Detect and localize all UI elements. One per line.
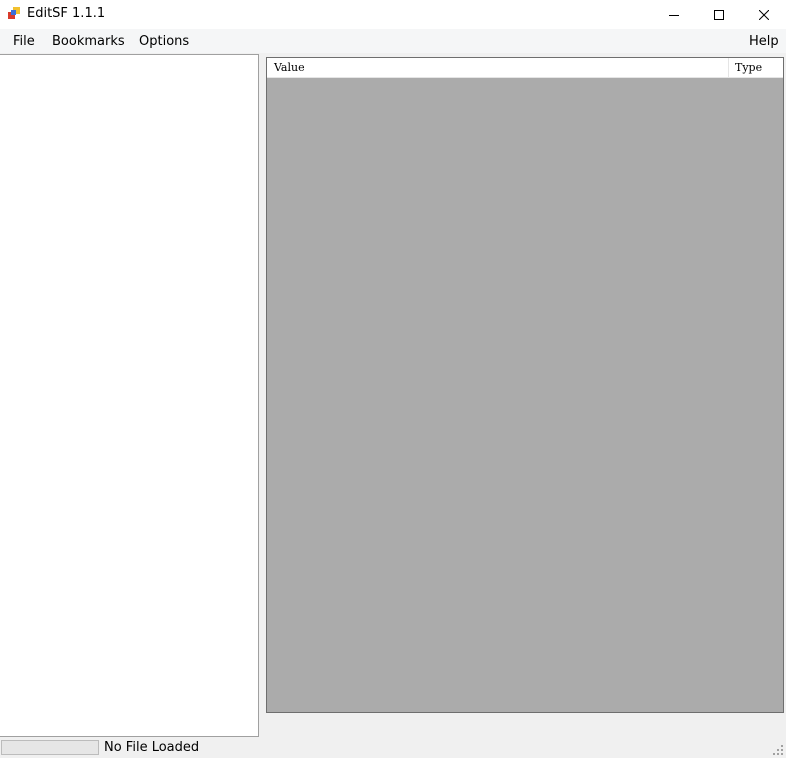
list-header: Value Type bbox=[267, 58, 783, 78]
progress-bar bbox=[1, 740, 99, 755]
menu-bookmarks[interactable]: Bookmarks bbox=[52, 33, 125, 50]
close-button[interactable] bbox=[741, 0, 786, 29]
value-list-view[interactable]: Value Type bbox=[266, 57, 784, 713]
menu-bar: File Bookmarks Options Help bbox=[0, 29, 786, 53]
status-text: No File Loaded bbox=[104, 740, 200, 755]
title-bar[interactable]: EditSF 1.1.1 bbox=[0, 0, 786, 29]
maximize-icon bbox=[714, 9, 724, 20]
column-header-type[interactable]: Type bbox=[729, 58, 783, 78]
status-bar: No File Loaded bbox=[0, 737, 786, 758]
window-title: EditSF 1.1.1 bbox=[27, 6, 106, 21]
resize-grip-icon[interactable] bbox=[773, 745, 784, 756]
editsf-app-icon[interactable] bbox=[8, 7, 21, 20]
maximize-button[interactable] bbox=[696, 0, 742, 29]
menu-help[interactable]: Help bbox=[749, 33, 779, 50]
menu-options[interactable]: Options bbox=[139, 33, 189, 50]
minimize-icon bbox=[669, 10, 679, 20]
column-header-value[interactable]: Value bbox=[267, 58, 729, 78]
menu-file[interactable]: File bbox=[13, 33, 35, 50]
close-icon bbox=[759, 9, 769, 20]
minimize-button[interactable] bbox=[651, 0, 697, 29]
file-tree-pane[interactable] bbox=[0, 54, 259, 737]
